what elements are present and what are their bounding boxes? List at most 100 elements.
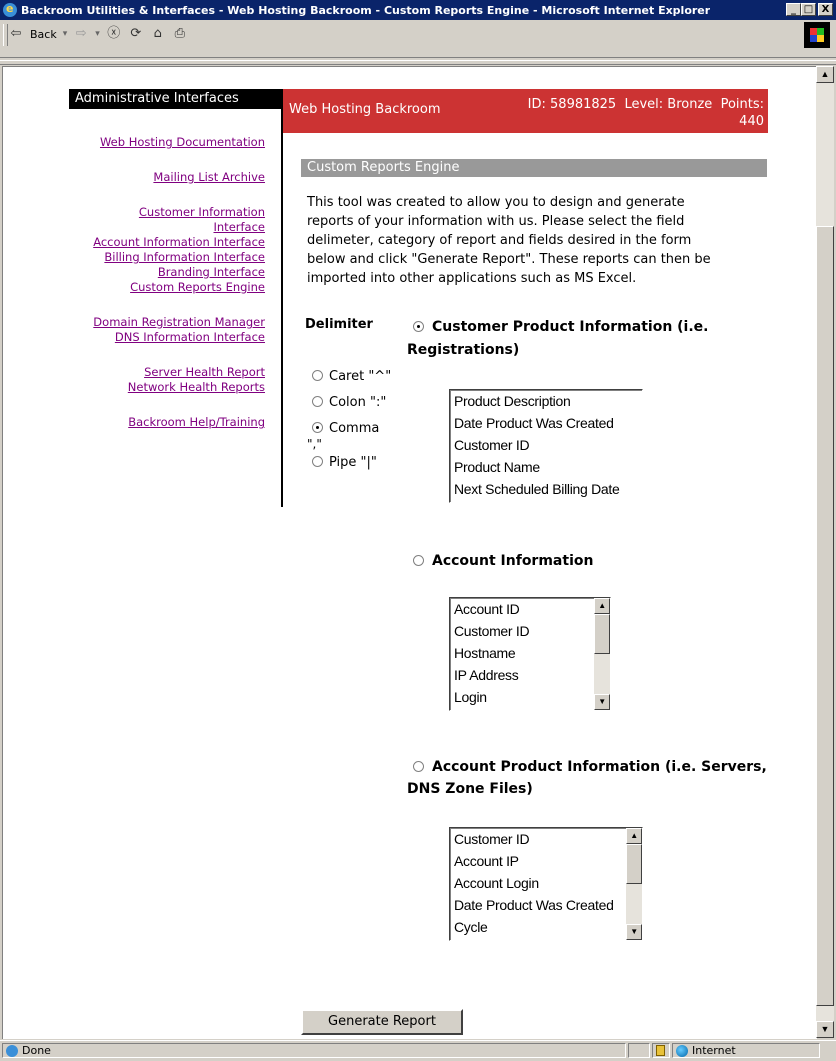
window-title: Backroom Utilities & Interfaces - Web Ho… [21,3,711,17]
list-option[interactable]: Next Scheduled Billing Date [450,478,642,500]
windows-logo-icon [804,22,830,48]
category-label-line2: DNS Zone Files) [407,781,533,797]
nav-link-web-hosting-documentation[interactable]: Web Hosting Documentation [100,135,265,149]
list-option[interactable]: Date Product Was Created [450,412,642,434]
category-label: Account Information [432,553,594,569]
window-title-bar[interactable]: Backroom Utilities & Interfaces - Web Ho… [0,0,836,20]
fields-listbox-account-product[interactable]: Customer ID Account IP Account Login Dat… [449,827,643,941]
fields-listbox-customer-product[interactable]: Product Description Date Product Was Cre… [449,389,643,503]
back-arrow-icon[interactable]: ⇦ [8,26,24,42]
back-dropdown-icon[interactable]: ▾ [63,29,68,39]
scroll-down-arrow-icon[interactable]: ▼ [594,694,610,710]
globe-icon [676,1044,688,1057]
nav-link-network-health[interactable]: Network Health Reports [128,380,265,394]
list-option[interactable]: Account Login [450,872,642,894]
fields-listbox-account-information[interactable]: Account ID Customer ID Hostname IP Addre… [449,597,611,711]
delimiter-option-comma[interactable]: Comma [312,421,379,436]
nav-link-customer-information[interactable]: Customer Information Interface [125,205,265,235]
category-account-information[interactable]: Account Information [413,553,593,569]
stop-icon[interactable]: ⓧ [106,26,122,42]
lock-icon [656,1045,665,1056]
page-scrollbar[interactable]: ▲ ▼ [816,66,834,1038]
category-customer-product[interactable]: Customer Product Information (i.e. [413,319,709,335]
category-label-line2: Registrations) [407,342,520,358]
scroll-thumb[interactable] [594,614,610,654]
refresh-icon[interactable]: ⟳ [128,26,144,42]
status-text: Done [22,1044,51,1057]
account-level: Level: Bronze [624,97,713,112]
list-option[interactable]: Customer ID [450,620,610,642]
security-pane [652,1043,670,1058]
scroll-up-arrow-icon[interactable]: ▲ [626,828,642,844]
list-option[interactable]: Customer ID [450,434,642,456]
page-viewport: Administrative Interfaces Web Hosting Do… [2,66,817,1039]
radio-button-selected[interactable] [413,321,424,332]
list-option[interactable]: Account IP [450,850,642,872]
forward-dropdown-icon[interactable]: ▾ [95,29,100,39]
list-option[interactable]: Account ID [450,598,610,620]
list-option[interactable]: Login [450,686,610,708]
minimize-button[interactable]: _ [786,3,801,16]
delimiter-option-label: Colon ":" [329,395,387,410]
site-name: Web Hosting Backroom [289,102,441,117]
listbox-scrollbar[interactable]: ▲ ▼ [626,828,642,940]
list-option[interactable]: Product Description [450,390,642,412]
list-option[interactable]: Cycle [450,916,642,938]
scroll-up-arrow-icon[interactable]: ▲ [816,66,834,83]
back-button-label[interactable]: Back [30,28,57,41]
nav-link-mailing-list-archive[interactable]: Mailing List Archive [153,170,265,184]
maximize-button[interactable]: □ [801,3,816,16]
category-label: Account Product Information (i.e. Server… [432,759,767,775]
status-empty-pane [628,1043,650,1058]
list-option[interactable]: Hostname [450,642,610,664]
delimiter-option-label: Comma [329,421,380,436]
nav-link-backroom-help[interactable]: Backroom Help/Training [128,415,265,429]
home-icon[interactable]: ⌂ [150,26,166,42]
browser-toolbar: ⇦ Back ▾ ⇨ ▾ ⓧ ⟳ ⌂ ⎙ [0,20,836,65]
zone-pane: Internet [672,1043,820,1058]
nav-link-dns-information[interactable]: DNS Information Interface [115,330,265,344]
nav-link-domain-registration[interactable]: Domain Registration Manager [93,315,265,329]
scroll-thumb[interactable] [816,226,834,1006]
delimiter-option-label: Pipe "|" [329,455,377,470]
radio-button[interactable] [312,396,323,407]
toolbar-divider [0,57,836,61]
list-option[interactable]: Customer ID [450,828,642,850]
nav-link-account-information[interactable]: Account Information Interface [93,235,265,249]
account-id: ID: 58981825 [527,97,617,112]
delimiter-option-caret[interactable]: Caret "^" [312,369,391,384]
delimiter-comma-symbol: "," [307,437,322,451]
forward-arrow-icon[interactable]: ⇨ [73,26,89,42]
scroll-up-arrow-icon[interactable]: ▲ [594,598,610,614]
delimiter-option-pipe[interactable]: Pipe "|" [312,455,377,470]
section-title: Custom Reports Engine [301,159,767,177]
sidebar-nav: Web Hosting Documentation Mailing List A… [69,135,265,450]
radio-button[interactable] [312,370,323,381]
generate-report-button[interactable]: Generate Report [301,1009,463,1035]
radio-button[interactable] [312,456,323,467]
nav-link-branding[interactable]: Branding Interface [158,265,265,279]
window-controls: _ □ X [786,3,833,16]
listbox-scrollbar[interactable]: ▲ ▼ [594,598,610,710]
list-option[interactable]: Product Name [450,456,642,478]
nav-link-custom-reports[interactable]: Custom Reports Engine [130,280,265,294]
radio-button-selected[interactable] [312,422,323,433]
intro-text: This tool was created to allow you to de… [307,195,711,286]
close-button[interactable]: X [818,3,833,16]
radio-button[interactable] [413,555,424,566]
page-icon [6,1044,18,1057]
list-option[interactable]: Date Product Was Created [450,894,642,916]
points-label: Points: [720,97,764,112]
scroll-down-arrow-icon[interactable]: ▼ [816,1021,834,1038]
status-bar: Done Internet [0,1040,836,1061]
scroll-down-arrow-icon[interactable]: ▼ [626,924,642,940]
points-value: 440 [739,114,764,129]
delimiter-option-colon[interactable]: Colon ":" [312,395,386,410]
list-option[interactable]: IP Address [450,664,610,686]
scroll-thumb[interactable] [626,844,642,884]
radio-button[interactable] [413,761,424,772]
nav-link-server-health[interactable]: Server Health Report [144,365,265,379]
category-account-product[interactable]: Account Product Information (i.e. Server… [413,759,767,775]
nav-link-billing-information[interactable]: Billing Information Interface [104,250,265,264]
print-icon[interactable]: ⎙ [172,26,188,42]
